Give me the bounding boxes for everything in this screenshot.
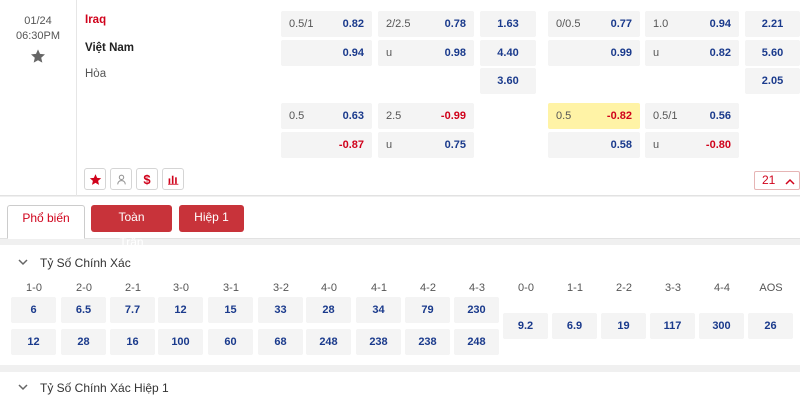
score-odds-cell-away[interactable]: 238 xyxy=(405,329,450,355)
odds-cell-ft-1x2-away[interactable]: 4.40 xyxy=(480,40,536,66)
score-odds-cell-away[interactable]: 60 xyxy=(208,329,253,355)
match-date: 01/24 xyxy=(24,15,52,27)
correct-score-h1-section: Tỷ Số Chính Xác Hiệp 1 xyxy=(0,372,800,400)
score-odds-cell-home[interactable]: 12 xyxy=(158,297,203,323)
chevron-down-icon xyxy=(18,384,28,391)
score-odds-cell-away[interactable]: 16 xyxy=(110,329,155,355)
score-odds-cell-away[interactable]: 248 xyxy=(454,329,499,355)
odds-cell-h1-1x2-away[interactable]: 5.60 xyxy=(745,40,800,66)
markets-count: 21 xyxy=(762,173,776,187)
odds-cell-ft-handicap-away[interactable]: 0.94 xyxy=(281,40,372,66)
score-column-header: 4-0 xyxy=(321,282,337,294)
odds-cell-ft-handicap2-away[interactable]: -0.87 xyxy=(281,132,372,158)
score-column-header: 2-2 xyxy=(616,282,632,294)
section-title: Tỷ Số Chính Xác xyxy=(40,256,131,270)
odds-cell-h1-1x2-home[interactable]: 2.21 xyxy=(745,11,800,37)
lineup-button[interactable] xyxy=(110,168,132,190)
score-odds-cell-home[interactable]: 15 xyxy=(208,297,253,323)
score-odds-cell-draw[interactable]: 19 xyxy=(601,313,646,339)
chevron-down-icon xyxy=(18,259,28,266)
tab-full-match[interactable]: Toàn Trận xyxy=(91,205,172,249)
favorite-star-icon[interactable] xyxy=(30,48,46,64)
score-odds-cell-home[interactable]: 79 xyxy=(405,297,450,323)
away-team-name[interactable]: Việt Nam xyxy=(85,42,134,54)
score-odds-cell-home[interactable]: 7.7 xyxy=(110,297,155,323)
score-odds-cell-home[interactable]: 28 xyxy=(306,297,351,323)
tab-first-half[interactable]: Hiệp 1 xyxy=(179,205,244,232)
odds-cell-h1-total-under[interactable]: u 0.82 xyxy=(645,40,739,66)
person-icon xyxy=(116,174,126,184)
odds-cell-h1-handicap2-home[interactable]: 0.5 -0.82 xyxy=(548,103,640,129)
score-odds-cell-away[interactable]: 68 xyxy=(258,329,303,355)
score-column-header: 4-2 xyxy=(420,282,436,294)
score-column-header: 2-1 xyxy=(125,282,141,294)
market-tabs: Phổ biến Toàn Trận Hiệp 1 xyxy=(0,197,800,249)
score-odds-cell-draw[interactable]: 6.9 xyxy=(552,313,597,339)
correct-score-header[interactable]: Tỷ Số Chính Xác xyxy=(8,251,800,275)
score-odds-cell-away[interactable]: 28 xyxy=(61,329,106,355)
score-column-header: 1-0 xyxy=(26,282,42,294)
odds-cell-h1-1x2-draw[interactable]: 2.05 xyxy=(745,68,800,94)
score-column-header: 3-3 xyxy=(665,282,681,294)
score-column-header: 2-0 xyxy=(76,282,92,294)
score-odds-cell-home[interactable]: 230 xyxy=(454,297,499,323)
section-title: Tỷ Số Chính Xác Hiệp 1 xyxy=(40,381,169,395)
score-column-header: AOS xyxy=(759,282,783,294)
odds-cell-h1-handicap-home[interactable]: 0/0.5 0.77 xyxy=(548,11,640,37)
score-odds-cell-home[interactable]: 34 xyxy=(356,297,401,323)
score-odds-cell-away[interactable]: 248 xyxy=(306,329,351,355)
score-odds-cell-home[interactable]: 6.5 xyxy=(61,297,106,323)
star-icon xyxy=(89,173,101,185)
score-odds-cell-draw[interactable]: 9.2 xyxy=(503,313,548,339)
score-column-header: 1-1 xyxy=(567,282,583,294)
odds-cell-h1-handicap-away[interactable]: 0.99 xyxy=(548,40,640,66)
correct-score-h1-header[interactable]: Tỷ Số Chính Xác Hiệp 1 xyxy=(8,376,800,400)
odds-cell-ft-total2-over[interactable]: 2.5 -0.99 xyxy=(378,103,474,129)
odds-cell-ft-handicap2-home[interactable]: 0.5 0.63 xyxy=(281,103,372,129)
score-odds-cell-home[interactable]: 6 xyxy=(11,297,56,323)
score-column-header: 3-1 xyxy=(223,282,239,294)
odds-cell-h1-total-over[interactable]: 1.0 0.94 xyxy=(645,11,739,37)
odds-cell-h1-handicap2-away[interactable]: 0.58 xyxy=(548,132,640,158)
odds-cell-ft-total-under[interactable]: u 0.98 xyxy=(378,40,474,66)
more-markets-toggle[interactable]: 21 xyxy=(754,171,800,190)
draw-label: Hòa xyxy=(85,68,107,80)
odds-cell-ft-total-over[interactable]: 2/2.5 0.78 xyxy=(378,11,474,37)
odds-cell-ft-total2-under[interactable]: u 0.75 xyxy=(378,132,474,158)
score-odds-cell-home[interactable]: 33 xyxy=(258,297,303,323)
score-column-header: 3-2 xyxy=(273,282,289,294)
score-column-header: 0-0 xyxy=(518,282,534,294)
home-team-name[interactable]: Iraq xyxy=(85,14,106,26)
odds-button[interactable]: $ xyxy=(136,168,158,190)
bar-chart-icon xyxy=(167,175,178,185)
chevron-up-icon xyxy=(785,178,795,185)
score-odds-cell-away[interactable]: 238 xyxy=(356,329,401,355)
score-column-header: 3-0 xyxy=(173,282,189,294)
score-odds-cell-draw[interactable]: 117 xyxy=(650,313,695,339)
odds-cell-ft-1x2-draw[interactable]: 3.60 xyxy=(480,68,536,94)
score-column-header: 4-3 xyxy=(469,282,485,294)
favorite-button[interactable] xyxy=(84,168,106,190)
odds-cell-ft-handicap-home[interactable]: 0.5/1 0.82 xyxy=(281,11,372,37)
score-odds-cell-away[interactable]: 100 xyxy=(158,329,203,355)
score-odds-cell-draw[interactable]: 26 xyxy=(748,313,793,339)
score-column-header: 4-1 xyxy=(371,282,387,294)
score-odds-cell-draw[interactable]: 300 xyxy=(699,313,744,339)
odds-cell-ft-1x2-home[interactable]: 1.63 xyxy=(480,11,536,37)
dollar-icon: $ xyxy=(143,171,151,187)
odds-cell-h1-total2-under[interactable]: u -0.80 xyxy=(645,132,739,158)
match-time-column: 01/24 06:30PM xyxy=(0,0,77,196)
match-time: 06:30PM xyxy=(15,30,61,42)
score-column-header: 4-4 xyxy=(714,282,730,294)
match-panel: 01/24 06:30PM Iraq Việt Nam Hòa 0.5/1 0.… xyxy=(0,0,800,196)
stats-button[interactable] xyxy=(162,168,184,190)
tab-popular[interactable]: Phổ biến xyxy=(7,205,85,239)
score-odds-cell-away[interactable]: 12 xyxy=(11,329,56,355)
odds-cell-h1-total2-over[interactable]: 0.5/1 0.56 xyxy=(645,103,739,129)
